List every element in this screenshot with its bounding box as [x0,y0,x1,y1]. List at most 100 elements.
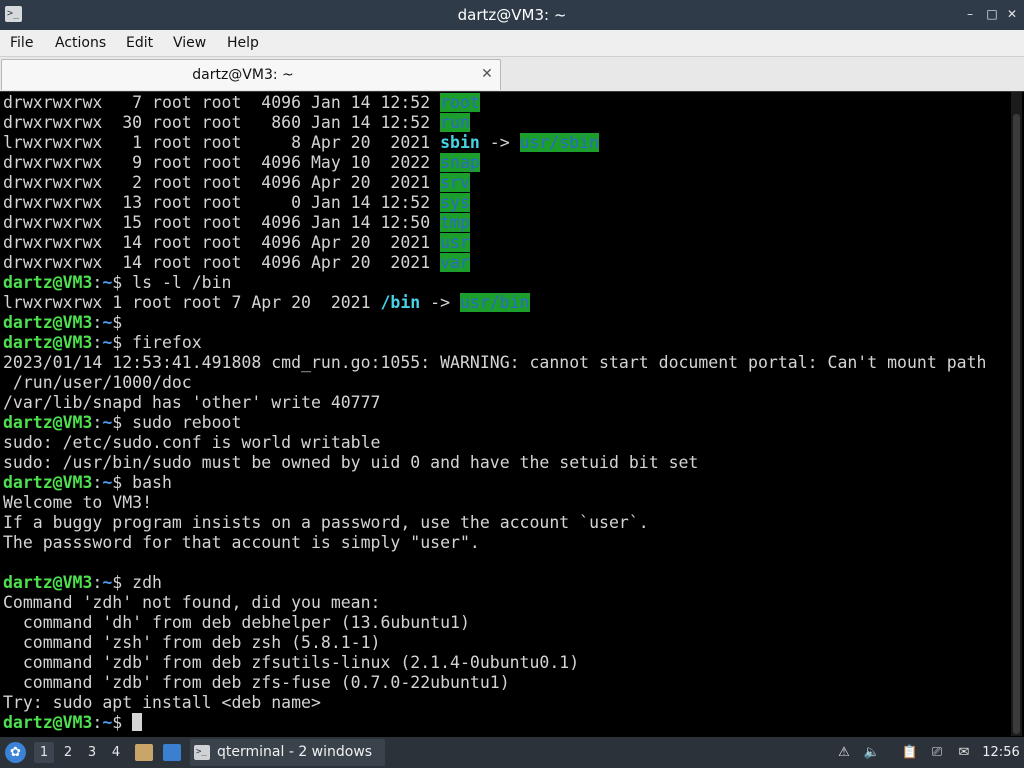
terminal-text: srv [440,173,470,192]
terminal-line: Command 'zdh' not found, did you mean: [3,593,1009,613]
menu-view[interactable]: View [173,30,206,56]
workspace-3[interactable]: 3 [82,742,102,763]
terminal-text: usr/sbin [519,133,600,152]
terminal-line: sudo: /etc/sudo.conf is world writable [3,433,1009,453]
network-icon[interactable]: ⎚ [928,744,946,761]
terminal-lines: drwxrwxrwx 7 root root 4096 Jan 14 12:52… [3,93,1009,734]
terminal-text: lrwxrwxrwx 1 root root 8 Apr 20 2021 [3,133,441,152]
terminal-text: $ bash [112,473,172,492]
desktop-icon[interactable] [163,744,181,761]
terminal-text: ~ [102,713,113,732]
scrollbar-thumb[interactable] [1013,114,1020,734]
terminal-text: sudo: /usr/bin/sudo must be owned by uid… [3,453,699,472]
terminal-text: drwxrwxrwx 14 root root 4096 Apr 20 2021 [3,253,441,272]
tab-close-icon[interactable]: ✕ [480,66,494,82]
terminal-text: $ zdh [112,573,162,592]
terminal-text: Welcome to VM3! [3,493,153,512]
terminal-text: drwxrwxrwx 9 root root 4096 May 10 2022 [3,153,441,172]
terminal-line: drwxrwxrwx 30 root root 860 Jan 14 12:52… [3,113,1009,133]
terminal-text: $ ls -l /bin [112,273,232,292]
terminal-text: Try: sudo apt install <deb name> [3,693,321,712]
menu-help[interactable]: Help [227,30,259,56]
notification-icon[interactable]: ✉ [955,744,973,761]
terminal-line: lrwxrwxrwx 1 root root 8 Apr 20 2021 sbi… [3,133,1009,153]
tab-label: dartz@VM3: ~ [192,67,294,83]
menu-file[interactable]: File [10,30,33,56]
terminal-line: drwxrwxrwx 9 root root 4096 May 10 2022 … [3,153,1009,173]
terminal-text: sudo: /etc/sudo.conf is world writable [3,433,381,452]
terminal-text: sbin [440,133,480,152]
terminal-text: lrwxrwxrwx 1 root root 7 Apr 20 2021 [3,293,381,312]
terminal-text: snap [440,153,480,172]
terminal-text: : [92,573,103,592]
terminal-text: dartz@VM3 [3,273,93,292]
terminal-output[interactable]: drwxrwxrwx 7 root root 4096 Jan 14 12:52… [0,91,1024,737]
terminal-text: usr [440,233,470,252]
terminal-text: The passsword for that account is simply… [3,533,480,552]
update-notifier-icon[interactable]: ⚠ [835,744,853,761]
terminal-text: run [440,113,470,132]
terminal-text: command 'zdb' from deb zfsutils-linux (2… [3,653,580,672]
terminal-text: drwxrwxrwx 15 root root 4096 Jan 14 12:5… [3,213,441,232]
terminal-text: drwxrwxrwx 7 root root 4096 Jan 14 12:52 [3,93,441,112]
terminal-text: -> [420,293,460,312]
terminal-text: drwxrwxrwx 13 root root 0 Jan 14 12:52 [3,193,441,212]
close-icon[interactable]: ✕ [1005,7,1019,21]
terminal-text: : [92,473,103,492]
maximize-icon[interactable]: □ [985,7,999,21]
terminal-line: drwxrwxrwx 13 root root 0 Jan 14 12:52 s… [3,193,1009,213]
terminal-line: /run/user/1000/doc [3,373,1009,393]
terminal-text: 2023/01/14 12:53:41.491808 cmd_run.go:10… [3,353,987,372]
terminal-line: If a buggy program insists on a password… [3,513,1009,533]
terminal-text: : [92,413,103,432]
terminal-text: sys [440,193,470,212]
terminal-line: dartz@VM3:~$ [3,713,1009,733]
menu-edit[interactable]: Edit [126,30,153,56]
minimize-icon[interactable]: – [963,7,977,21]
terminal-line: Welcome to VM3! [3,493,1009,513]
terminal-line: 2023/01/14 12:53:41.491808 cmd_run.go:10… [3,353,1009,373]
terminal-line: dartz@VM3:~$ firefox [3,333,1009,353]
terminal-text: command 'dh' from deb debhelper (13.6ubu… [3,613,470,632]
terminal-text: /bin [380,293,421,312]
terminal-text: root [440,93,480,112]
terminal-text: $ [112,313,123,332]
terminal-line: command 'dh' from deb debhelper (13.6ubu… [3,613,1009,633]
clipboard-icon[interactable]: 📋 [901,744,919,761]
terminal-text: $ sudo reboot [112,413,242,432]
menu-actions[interactable]: Actions [55,30,106,56]
workspace-4[interactable]: 4 [106,742,126,763]
terminal-line: command 'zdb' from deb zfs-fuse (0.7.0-2… [3,673,1009,693]
taskbar-task-qterminal[interactable]: >_ qterminal - 2 windows [190,739,385,766]
workspace-1[interactable]: 1 [34,742,54,763]
terminal-line: command 'zsh' from deb zsh (5.8.1-1) [3,633,1009,653]
terminal-text: dartz@VM3 [3,473,93,492]
terminal-text: /var/lib/snapd has 'other' write 40777 [3,393,381,412]
terminal-text: : [92,713,103,732]
terminal-line: command 'zdb' from deb zfsutils-linux (2… [3,653,1009,673]
terminal-text: drwxrwxrwx 14 root root 4096 Apr 20 2021 [3,233,441,252]
terminal-cursor [132,713,143,731]
terminal-line: lrwxrwxrwx 1 root root 7 Apr 20 2021 /bi… [3,293,1009,313]
terminal-line: sudo: /usr/bin/sudo must be owned by uid… [3,453,1009,473]
window-title: dartz@VM3: ~ [457,6,567,24]
volume-icon[interactable]: 🔈 [863,744,881,761]
terminal-text: ~ [102,473,113,492]
terminal-line: dartz@VM3:~$ ls -l /bin [3,273,1009,293]
tab-terminal[interactable]: dartz@VM3: ~ ✕ [1,59,501,90]
terminal-scrollbar[interactable] [1011,92,1022,736]
workspace-2[interactable]: 2 [58,742,78,763]
terminal-text: ~ [102,333,113,352]
terminal-line: dartz@VM3:~$ zdh [3,573,1009,593]
clock[interactable]: 12:56 [980,737,1022,768]
terminal-line: dartz@VM3:~$ sudo reboot [3,413,1009,433]
terminal-text: $ [112,713,133,732]
file-manager-icon[interactable] [135,744,153,761]
terminal-text: ~ [102,313,113,332]
terminal-line: drwxrwxrwx 14 root root 4096 Apr 20 2021… [3,233,1009,253]
start-menu-icon[interactable]: ✿ [5,742,26,763]
window-titlebar[interactable]: >_ dartz@VM3: ~ – □ ✕ [0,0,1024,30]
terminal-text: -> [479,133,520,152]
terminal-text: : [92,333,103,352]
terminal-text: dartz@VM3 [3,713,93,732]
